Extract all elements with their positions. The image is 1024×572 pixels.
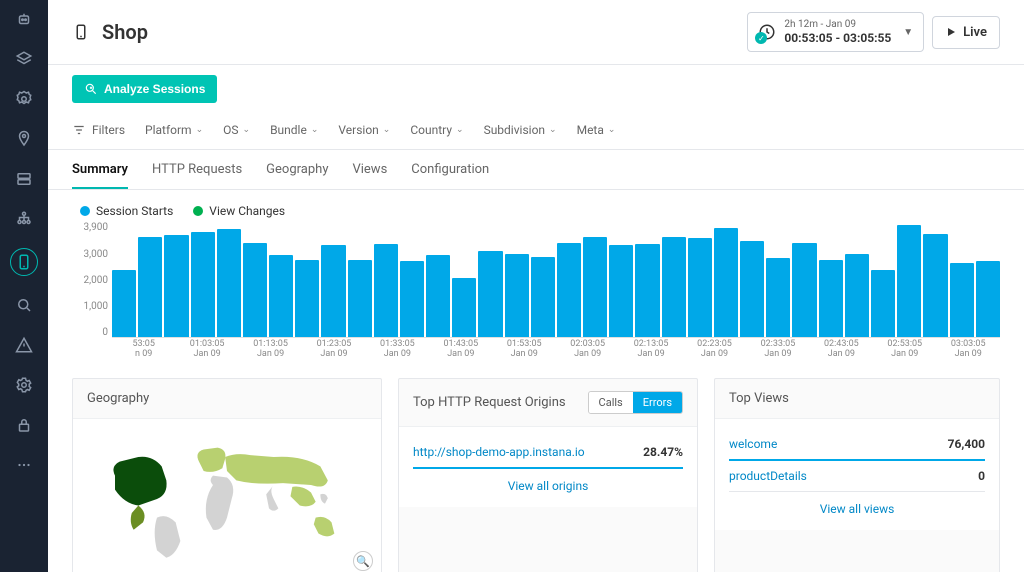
chart-bar[interactable] <box>635 244 659 337</box>
live-button[interactable]: Live <box>932 16 1000 49</box>
tabs: Summary HTTP Requests Geography Views Co… <box>48 150 1024 190</box>
sidebar-server-icon[interactable] <box>13 168 35 190</box>
tab-http-requests[interactable]: HTTP Requests <box>152 162 242 189</box>
chart-bar[interactable] <box>374 244 398 337</box>
sidebar-warning-icon[interactable] <box>13 334 35 356</box>
filter-meta[interactable]: Meta⌄ <box>577 123 616 137</box>
sidebar-stack-icon[interactable] <box>13 48 35 70</box>
sidebar-lock-icon[interactable] <box>13 414 35 436</box>
sidebar-pin-icon[interactable] <box>13 128 35 150</box>
filter-os[interactable]: OS⌄ <box>223 123 250 137</box>
top-views-card: Top Views welcome 76,400 productDetails … <box>714 378 1000 572</box>
chart-bar[interactable] <box>348 260 372 338</box>
chart-bar[interactable] <box>766 258 790 337</box>
zoom-in-button[interactable]: 🔍 <box>353 551 373 571</box>
sidebar-sitemap-icon[interactable] <box>13 208 35 230</box>
toggle-errors[interactable]: Errors <box>633 392 682 413</box>
analyze-sessions-button[interactable]: Analyze Sessions <box>72 75 217 103</box>
chart-bar[interactable] <box>557 243 581 338</box>
chart-bar[interactable] <box>243 243 267 338</box>
sessions-chart: 3,9003,0002,0001,0000 53:05n 0901:03:05J… <box>72 222 1000 362</box>
chart-legend: Session Starts View Changes <box>72 204 1000 218</box>
time-range-duration: 2h 12m - Jan 09 <box>784 19 891 31</box>
chart-bar[interactable] <box>688 238 712 337</box>
sidebar-settings-icon[interactable] <box>13 374 35 396</box>
chart-bar[interactable] <box>897 225 921 337</box>
chart-bar[interactable] <box>269 255 293 337</box>
view-all-views-link[interactable]: View all views <box>820 502 895 516</box>
calls-errors-toggle: Calls Errors <box>588 391 683 414</box>
chart-bar[interactable] <box>583 237 607 338</box>
legend-dot-view-changes <box>193 206 203 216</box>
view-count: 76,400 <box>948 437 985 451</box>
http-origins-title: Top HTTP Request Origins <box>413 395 566 410</box>
geography-title: Geography <box>87 391 149 406</box>
view-all-origins-link[interactable]: View all origins <box>508 479 589 493</box>
chart-bar[interactable] <box>295 260 319 338</box>
filter-version[interactable]: Version⌄ <box>338 123 390 137</box>
chart-bar[interactable] <box>217 229 241 337</box>
sidebar-more-icon[interactable] <box>13 454 35 476</box>
chart-bar[interactable] <box>400 261 424 337</box>
chart-bar[interactable] <box>321 245 345 337</box>
legend-dot-session-starts <box>80 206 90 216</box>
filter-bar: Filters Platform⌄ OS⌄ Bundle⌄ Version⌄ C… <box>48 111 1024 150</box>
sidebar-mobile-icon[interactable] <box>10 248 38 276</box>
chart-bar[interactable] <box>950 263 974 338</box>
geography-card: Geography <box>72 378 382 572</box>
filter-bundle[interactable]: Bundle⌄ <box>270 123 318 137</box>
filter-platform[interactable]: Platform⌄ <box>145 123 203 137</box>
chart-bar[interactable] <box>478 251 502 337</box>
tab-views[interactable]: Views <box>352 162 387 189</box>
time-range-value: 00:53:05 - 03:05:55 <box>784 31 891 45</box>
view-count: 0 <box>978 469 985 483</box>
chart-bar[interactable] <box>164 235 188 337</box>
chart-bar[interactable] <box>792 243 816 338</box>
world-map[interactable] <box>87 429 367 569</box>
topbar: Shop ✓ 2h 12m - Jan 09 00:53:05 - 03:05:… <box>48 0 1024 65</box>
chart-bar[interactable] <box>609 245 633 337</box>
tab-configuration[interactable]: Configuration <box>411 162 489 189</box>
origin-row: http://shop-demo-app.instana.io 28.47% <box>413 437 683 469</box>
view-row: welcome 76,400 <box>729 429 985 461</box>
chart-bar[interactable] <box>871 270 895 338</box>
http-origins-card: Top HTTP Request Origins Calls Errors ht… <box>398 378 698 572</box>
sidebar-search-icon[interactable] <box>13 294 35 316</box>
live-label: Live <box>963 25 987 40</box>
chart-bar[interactable] <box>505 254 529 337</box>
nav-sidebar <box>0 0 48 572</box>
filter-country[interactable]: Country⌄ <box>410 123 463 137</box>
chart-bar[interactable] <box>452 278 476 337</box>
toggle-calls[interactable]: Calls <box>589 392 633 413</box>
clock-icon: ✓ <box>758 23 776 41</box>
chart-bar[interactable] <box>531 257 555 338</box>
view-row: productDetails 0 <box>729 461 985 492</box>
sidebar-gear-hex-icon[interactable] <box>13 88 35 110</box>
filters-label: Filters <box>72 123 125 137</box>
chart-bar[interactable] <box>112 270 136 338</box>
page-title: Shop <box>102 20 148 44</box>
tab-summary[interactable]: Summary <box>72 162 128 189</box>
filter-subdivision[interactable]: Subdivision⌄ <box>484 123 557 137</box>
chart-bar[interactable] <box>662 237 686 338</box>
tab-geography[interactable]: Geography <box>266 162 328 189</box>
chevron-down-icon: ▼ <box>899 27 913 38</box>
chart-bar[interactable] <box>714 228 738 337</box>
chart-bar[interactable] <box>845 254 869 337</box>
origin-link[interactable]: http://shop-demo-app.instana.io <box>413 445 585 459</box>
view-link-productdetails[interactable]: productDetails <box>729 469 807 483</box>
chart-bar[interactable] <box>923 234 947 338</box>
chart-bar[interactable] <box>426 255 450 337</box>
top-views-title: Top Views <box>729 391 789 406</box>
chart-bar[interactable] <box>191 232 215 337</box>
origin-pct: 28.47% <box>643 445 683 459</box>
view-link-welcome[interactable]: welcome <box>729 437 777 451</box>
time-range-picker[interactable]: ✓ 2h 12m - Jan 09 00:53:05 - 03:05:55 ▼ <box>747 12 924 52</box>
sidebar-robot-icon[interactable] <box>13 8 35 30</box>
mobile-app-icon <box>72 23 90 41</box>
chart-bar[interactable] <box>138 237 162 338</box>
chart-bar[interactable] <box>740 241 764 337</box>
chart-bar[interactable] <box>819 260 843 338</box>
chart-bar[interactable] <box>976 261 1000 337</box>
